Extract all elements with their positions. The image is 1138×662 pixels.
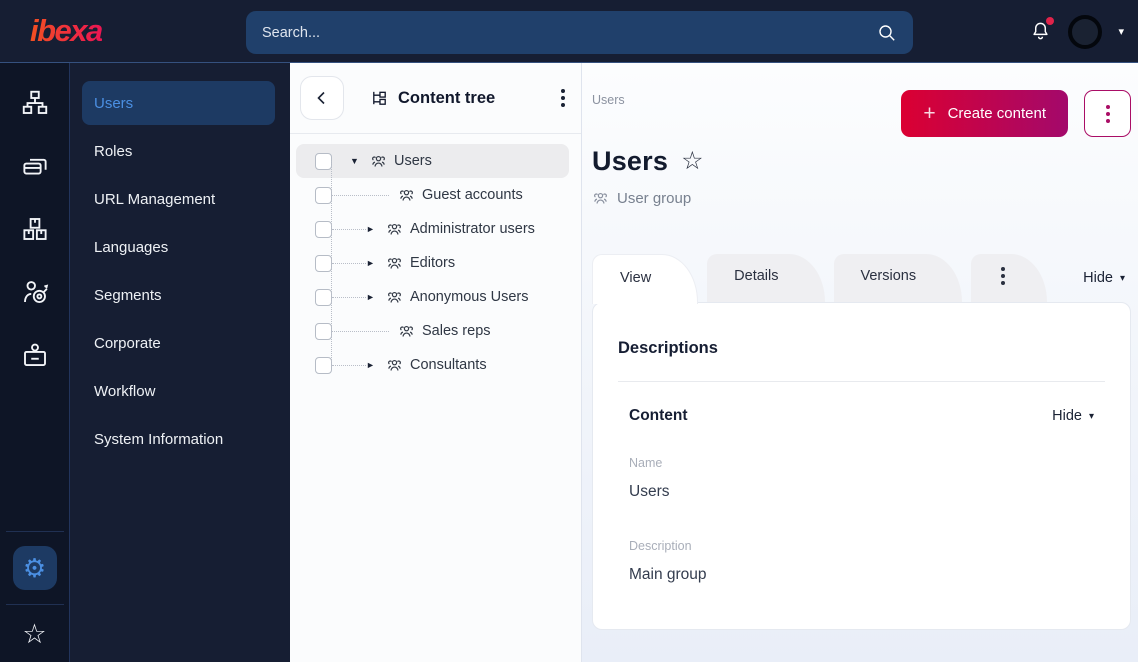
kebab-menu-icon (1105, 104, 1110, 123)
caret-down-icon: ▾ (1088, 410, 1094, 422)
tree-header-divider (290, 133, 581, 134)
sidebar-item-languages[interactable]: Languages (82, 225, 275, 269)
search-icon[interactable] (877, 23, 897, 43)
tab-versions[interactable]: Versions (833, 254, 963, 302)
expand-toggle-icon[interactable]: ► (366, 360, 377, 370)
field-value-description: Main group (629, 566, 707, 583)
user-group-icon (386, 221, 403, 238)
admin-badge-icon[interactable] (19, 339, 51, 371)
sidebar-item-users[interactable]: Users (82, 81, 275, 125)
user-group-icon (386, 357, 403, 374)
content-tree-title: Content tree (370, 89, 495, 108)
plus-icon: + (923, 101, 936, 125)
tree-options-menu-icon[interactable] (561, 89, 565, 107)
tree-item-anonymous-users[interactable]: ► Anonymous Users (296, 280, 569, 314)
global-search[interactable] (246, 11, 913, 54)
user-menu-caret-icon[interactable]: ▾ (1118, 25, 1124, 38)
topbar-right-group: ▾ (1029, 0, 1124, 63)
expand-toggle-icon[interactable]: ▼ (350, 156, 361, 166)
hide-section-toggle[interactable]: Hide ▾ (1052, 408, 1094, 424)
view-tab-card: Descriptions Content Hide ▾ Name Users D… (592, 302, 1131, 630)
sidebar-item-corporate[interactable]: Corporate (82, 321, 275, 365)
tree-item-sales-reps[interactable]: Sales reps (296, 314, 569, 348)
tree-item-users[interactable]: ▼ Users (296, 144, 569, 178)
tree-checkbox[interactable] (315, 220, 332, 238)
user-avatar[interactable] (1068, 14, 1103, 49)
tree-checkbox[interactable] (315, 356, 332, 374)
content-type-label: User group (592, 190, 1131, 207)
hide-panel-toggle[interactable]: Hide ▾ (1083, 270, 1125, 286)
tab-more[interactable] (971, 254, 1048, 302)
card-divider (618, 381, 1105, 382)
tree-checkbox[interactable] (315, 254, 332, 272)
pages-design-icon[interactable] (19, 150, 51, 182)
commerce-packages-icon[interactable] (19, 213, 51, 245)
tree-checkbox[interactable] (315, 322, 332, 340)
more-tabs-icon (1001, 267, 1006, 285)
tree-item-editors[interactable]: ► Editors (296, 246, 569, 280)
descriptions-heading: Descriptions (618, 339, 718, 357)
icon-rail: ⚙ ☆ (0, 63, 70, 662)
sidebar-item-workflow[interactable]: Workflow (82, 369, 275, 413)
notifications-bell-icon[interactable] (1029, 17, 1055, 43)
sidebar-item-roles[interactable]: Roles (82, 129, 275, 173)
tree-checkbox[interactable] (315, 186, 332, 204)
user-group-icon (398, 187, 415, 204)
top-bar: ibexa ▾ (0, 0, 1138, 63)
field-label-description: Description (629, 539, 692, 553)
expand-toggle-icon[interactable]: ► (366, 224, 377, 234)
tree-item-administrator-users[interactable]: ► Administrator users (296, 212, 569, 246)
content-tree-panel: Content tree ▼ Users Guest accounts ► Ad… (290, 63, 582, 662)
tree-checkbox[interactable] (315, 288, 332, 306)
search-input[interactable] (246, 24, 877, 41)
content-structure-icon[interactable] (19, 87, 51, 119)
tree-item-guest-accounts[interactable]: Guest accounts (296, 178, 569, 212)
collapse-tree-button[interactable] (300, 76, 344, 120)
app-shell: ⚙ ☆ Users Roles URL Management Languages… (0, 63, 1138, 662)
admin-sidebar: Users Roles URL Management Languages Seg… (70, 63, 290, 662)
tab-view[interactable]: View (592, 254, 699, 304)
ibexa-logo[interactable]: ibexa (30, 13, 103, 49)
create-content-button[interactable]: + Create content (901, 90, 1068, 137)
tree-checkbox[interactable] (315, 152, 332, 170)
tab-details[interactable]: Details (707, 254, 825, 302)
more-actions-button[interactable] (1084, 90, 1131, 137)
content-tree: ▼ Users Guest accounts ► Administrator u… (290, 144, 581, 382)
bookmark-star-icon[interactable]: ☆ (681, 149, 703, 174)
expand-toggle-icon[interactable]: ► (366, 292, 377, 302)
bookmarks-star-icon[interactable]: ☆ (22, 621, 46, 648)
sidebar-item-segments[interactable]: Segments (82, 273, 275, 317)
rail-divider (5, 531, 64, 532)
user-group-icon (370, 153, 387, 170)
user-group-icon (398, 323, 415, 340)
user-group-icon (592, 190, 609, 207)
tab-bar: View Details Versions Hide ▾ (592, 254, 1131, 304)
rail-divider (5, 604, 64, 605)
caret-down-icon: ▾ (1119, 272, 1125, 284)
sidebar-item-system-information[interactable]: System Information (82, 417, 275, 461)
expand-toggle-icon[interactable]: ► (366, 258, 377, 268)
tree-item-consultants[interactable]: ► Consultants (296, 348, 569, 382)
user-group-icon (386, 289, 403, 306)
content-section: Content Hide ▾ Name Users Description Ma… (618, 407, 1105, 584)
user-group-icon (386, 255, 403, 272)
personalization-target-icon[interactable] (19, 276, 51, 308)
content-section-heading: Content (629, 407, 688, 424)
field-label-name: Name (629, 456, 663, 470)
breadcrumb[interactable]: Users (592, 90, 625, 107)
page-title: Users (592, 146, 669, 176)
settings-gear-icon[interactable]: ⚙ (12, 546, 57, 590)
notification-badge (1046, 17, 1055, 25)
main-content: Users + Create content Users ☆ User grou… (582, 63, 1138, 662)
field-value-name: Users (629, 483, 670, 500)
tree-icon (373, 91, 386, 105)
sidebar-item-url-management[interactable]: URL Management (82, 177, 275, 221)
content-tree-header: Content tree (290, 63, 581, 133)
